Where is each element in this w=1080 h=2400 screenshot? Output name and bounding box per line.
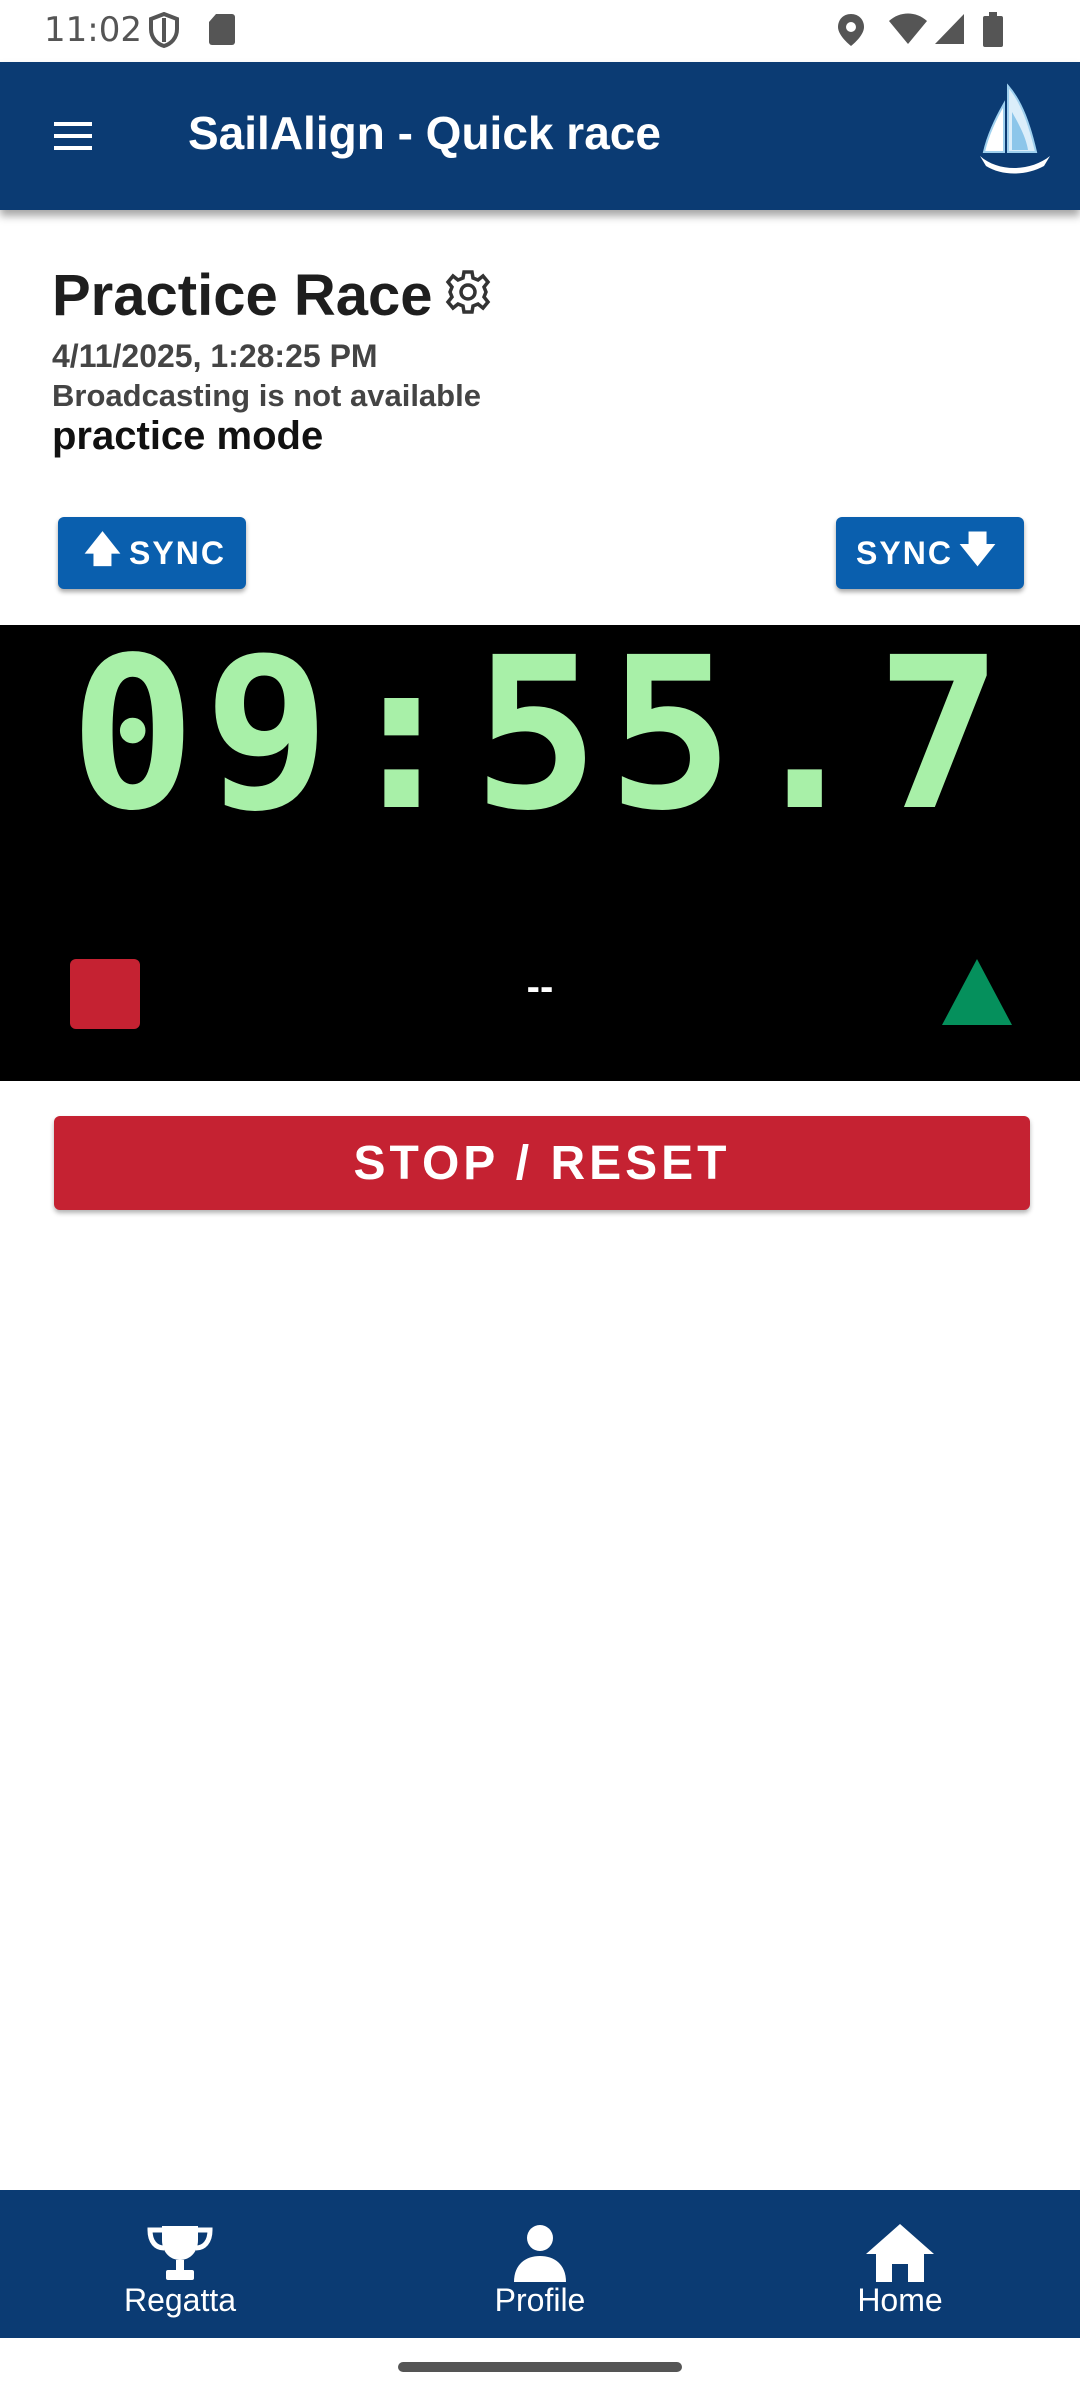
- battery-icon: [983, 12, 1003, 47]
- sailboat-logo-icon: [980, 83, 1050, 174]
- sd-card-icon: [209, 14, 235, 45]
- signal-icon: [935, 14, 964, 44]
- race-mode: practice mode: [52, 414, 324, 458]
- race-title: Practice Race: [52, 263, 433, 328]
- sync-down-label: SYNC: [856, 534, 953, 571]
- broadcast-status: Broadcasting is not available: [52, 378, 481, 413]
- stop-reset-button[interactable]: STOP / RESET: [54, 1116, 1030, 1210]
- nav-item-profile[interactable]: Profile: [360, 2190, 720, 2338]
- countdown-display: 09:55.7: [69, 612, 1011, 857]
- arrow-up-icon: 🡅: [84, 527, 124, 569]
- race-datetime: 4/11/2025, 1:28:25 PM: [52, 338, 378, 374]
- app-bar: SailAlign - Quick race: [0, 62, 1080, 210]
- sync-up-label: SYNC: [129, 534, 226, 571]
- status-bar: 11:02: [0, 0, 1080, 62]
- sync-up-button[interactable]: 🡅 SYNC: [58, 517, 246, 589]
- arrow-down-icon: 🡇: [958, 527, 998, 569]
- status-time: 11:02: [44, 10, 142, 50]
- bottom-nav: Regatta Profile Home: [0, 2190, 1080, 2338]
- home-gesture-bar[interactable]: [398, 2362, 682, 2372]
- menu-icon[interactable]: [46, 112, 102, 160]
- timer-panel: 09:55.7 --: [0, 625, 1080, 1081]
- start-triangle-icon[interactable]: [940, 957, 1014, 1027]
- nav-label-profile: Profile: [494, 2282, 586, 2318]
- app-title: SailAlign - Quick race: [188, 107, 661, 159]
- nav-label-regatta: Regatta: [123, 2282, 237, 2318]
- settings-gear-icon[interactable]: [444, 268, 492, 316]
- nav-item-regatta[interactable]: Regatta: [0, 2190, 360, 2338]
- location-icon: [838, 14, 864, 46]
- shield-icon: [149, 12, 179, 48]
- timer-status-text: --: [526, 965, 554, 1009]
- nav-label-home: Home: [857, 2282, 943, 2318]
- nav-item-home[interactable]: Home: [720, 2190, 1080, 2338]
- wifi-icon: [889, 13, 927, 44]
- person-icon: [514, 2225, 566, 2282]
- home-icon: [866, 2224, 934, 2282]
- sync-down-button[interactable]: SYNC 🡇: [836, 517, 1024, 589]
- trophy-icon: [147, 2226, 213, 2280]
